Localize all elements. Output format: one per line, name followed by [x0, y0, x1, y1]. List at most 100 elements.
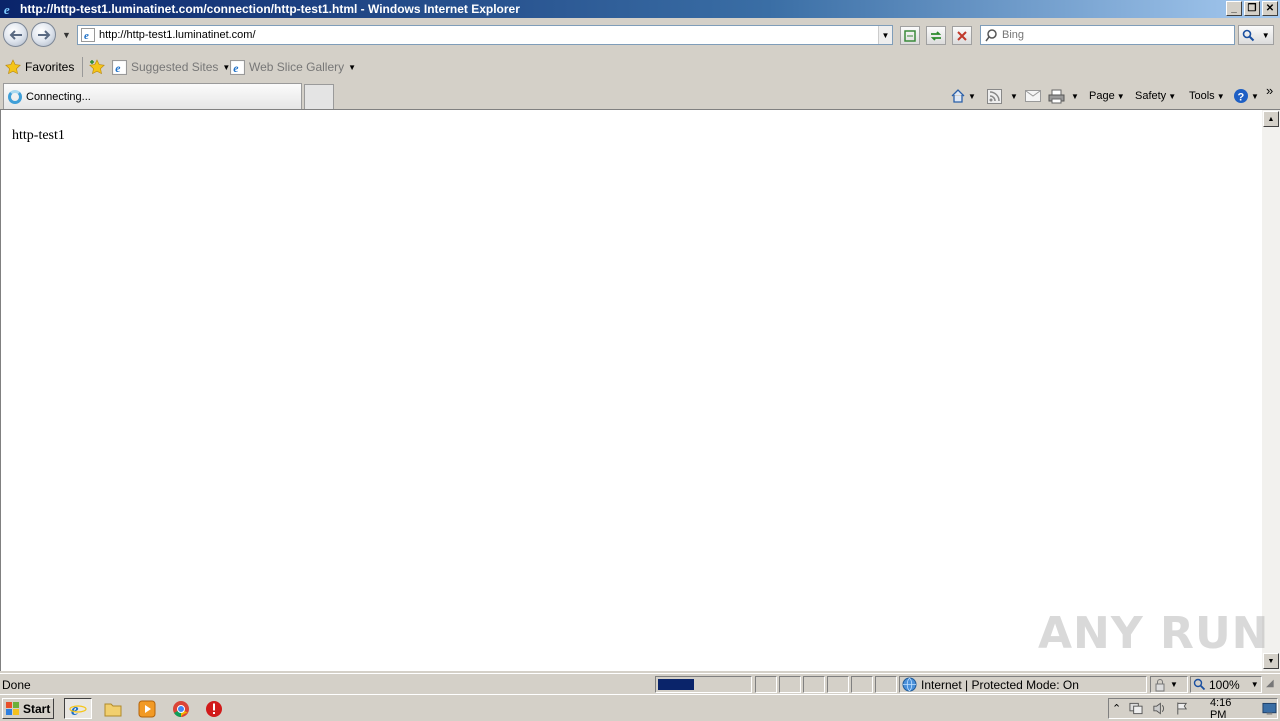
vertical-scrollbar[interactable]: ▲ ▼ — [1262, 109, 1280, 671]
chevron-down-icon: ▼ — [1116, 91, 1125, 101]
anyrun-watermark: ANY RUN — [1038, 608, 1270, 659]
address-bar[interactable]: e http://http-test1.luminatinet.com/ ▼ — [77, 25, 893, 45]
red-alert-icon — [206, 700, 222, 717]
status-pane — [755, 676, 777, 693]
back-arrow-icon — [9, 29, 22, 40]
search-provider-icon — [985, 29, 997, 42]
print-button[interactable]: ▼ — [1048, 86, 1079, 106]
volume-icon[interactable] — [1152, 701, 1167, 716]
chevron-down-icon: ▼ — [1170, 680, 1178, 689]
chevron-down-icon: ▼ — [968, 91, 976, 101]
system-tray: ⌃ 4:16 PM — [1108, 697, 1278, 721]
refresh-button[interactable] — [926, 26, 946, 45]
favorites-bar: Favorites e Suggested Sites ▼ e Web Slic… — [0, 52, 1280, 82]
safety-menu-button[interactable]: Safety ▼ — [1135, 86, 1176, 106]
search-box[interactable] — [980, 25, 1235, 45]
page-menu-label: Page — [1089, 90, 1115, 102]
close-button[interactable]: ✕ — [1262, 1, 1278, 16]
suggested-sites-label: Suggested Sites — [131, 60, 219, 74]
start-label: Start — [23, 701, 51, 716]
status-pane — [779, 676, 801, 693]
start-button[interactable]: Start — [2, 698, 54, 719]
tab-active[interactable]: Connecting... — [3, 83, 302, 109]
address-dropdown-button[interactable]: ▼ — [878, 26, 892, 44]
safety-menu-label: Safety — [1135, 90, 1167, 102]
tab-row: Connecting... ▼ ▼ ▼ Page ▼ Safety ▼ Tool… — [0, 82, 1280, 109]
ie-page-icon: e — [230, 59, 245, 75]
zoom-level: 100% — [1209, 677, 1240, 692]
stop-x-icon — [957, 30, 967, 41]
status-pane — [827, 676, 849, 693]
page-ie-icon: e — [81, 28, 95, 42]
more-commands-button[interactable]: » — [1266, 80, 1273, 100]
chevron-down-icon: ▼ — [1010, 91, 1018, 101]
tools-menu-button[interactable]: Tools ▼ — [1189, 86, 1225, 106]
window-title: http://http-test1.luminatinet.com/connec… — [20, 2, 520, 16]
ie-page-icon: e — [112, 59, 127, 75]
web-content-area[interactable]: http-test1 — [0, 109, 1262, 671]
window-title-bar[interactable]: e http://http-test1.luminatinet.com/conn… — [0, 0, 1280, 18]
internet-explorer-icon: e — [69, 700, 87, 718]
network-icon[interactable] — [1129, 701, 1144, 716]
favorites-button[interactable]: Favorites — [5, 59, 74, 75]
lock-settings-icon — [1155, 678, 1165, 691]
search-button[interactable]: ▼ — [1238, 25, 1274, 45]
show-hidden-icons-icon[interactable]: ⌃ — [1112, 702, 1121, 715]
search-options-dropdown-icon[interactable]: ▼ — [1262, 31, 1270, 40]
read-mail-button[interactable] — [1025, 86, 1041, 106]
status-pane — [851, 676, 873, 693]
taskbar-security-app[interactable] — [200, 698, 228, 719]
svg-text:e: e — [4, 2, 10, 17]
status-text: Done — [2, 677, 31, 692]
page-body-text: http-test1 — [12, 128, 65, 143]
action-center-flag-icon[interactable] — [1175, 701, 1190, 716]
feeds-button[interactable]: ▼ — [987, 86, 1018, 106]
windows-logo-icon — [6, 701, 19, 715]
restore-button[interactable]: ❐ — [1244, 1, 1260, 16]
recent-pages-dropdown[interactable]: ▼ — [62, 30, 71, 40]
clock[interactable]: 4:16 PM — [1210, 697, 1248, 721]
chevron-down-icon: ▼ — [1168, 91, 1177, 101]
security-zone[interactable]: Internet | Protected Mode: On — [899, 676, 1147, 693]
minimize-button[interactable]: _ — [1226, 1, 1242, 16]
page-menu-button[interactable]: Page ▼ — [1089, 86, 1125, 106]
search-input[interactable] — [1002, 29, 1222, 41]
svg-text:e: e — [115, 61, 120, 74]
compatibility-view-button[interactable] — [900, 26, 920, 45]
home-icon — [951, 89, 965, 103]
suggested-sites-link[interactable]: e Suggested Sites ▼ — [112, 59, 230, 75]
home-button[interactable]: ▼ — [950, 86, 976, 106]
protected-mode-button[interactable]: ▼ — [1150, 676, 1188, 693]
web-slice-gallery-link[interactable]: e Web Slice Gallery ▼ — [230, 59, 356, 75]
chevron-down-icon: ▼ — [1250, 680, 1259, 689]
zoom-button[interactable]: 100% ▼ — [1190, 676, 1262, 693]
new-tab-button[interactable] — [304, 84, 334, 109]
forward-button[interactable] — [31, 22, 56, 47]
zoom-magnifier-icon — [1193, 678, 1206, 691]
taskbar-media-player[interactable] — [133, 698, 161, 719]
status-bar: Done Internet | Protected Mode: On ▼ 100… — [0, 673, 1280, 693]
forward-arrow-icon — [37, 29, 50, 40]
tab-title: Connecting... — [26, 90, 91, 103]
scroll-up-button[interactable]: ▲ — [1263, 111, 1279, 127]
show-desktop-icon[interactable] — [1262, 702, 1277, 716]
add-to-favorites-bar-button[interactable] — [88, 59, 106, 75]
address-url[interactable]: http://http-test1.luminatinet.com/ — [99, 29, 878, 41]
stop-button[interactable] — [952, 26, 972, 45]
taskbar-internet-explorer[interactable]: e — [64, 698, 92, 719]
taskbar-file-explorer[interactable] — [99, 698, 127, 719]
back-button[interactable] — [3, 22, 28, 47]
ie-logo-icon: e — [4, 2, 10, 17]
printer-icon — [1048, 89, 1065, 103]
resize-grip-icon[interactable]: ◢ — [1266, 678, 1274, 689]
svg-text:e: e — [84, 30, 89, 42]
chrome-icon — [173, 700, 189, 717]
chevron-down-icon: ▼ — [1251, 91, 1259, 101]
svg-text:?: ? — [1238, 92, 1245, 104]
zone-text: Internet | Protected Mode: On — [921, 677, 1079, 692]
chevron-down-icon: ▼ — [1071, 91, 1079, 101]
help-button[interactable]: ? ▼ — [1233, 86, 1259, 106]
help-icon: ? — [1234, 89, 1248, 104]
progress-bar — [655, 676, 752, 693]
taskbar-chrome[interactable] — [167, 698, 195, 719]
